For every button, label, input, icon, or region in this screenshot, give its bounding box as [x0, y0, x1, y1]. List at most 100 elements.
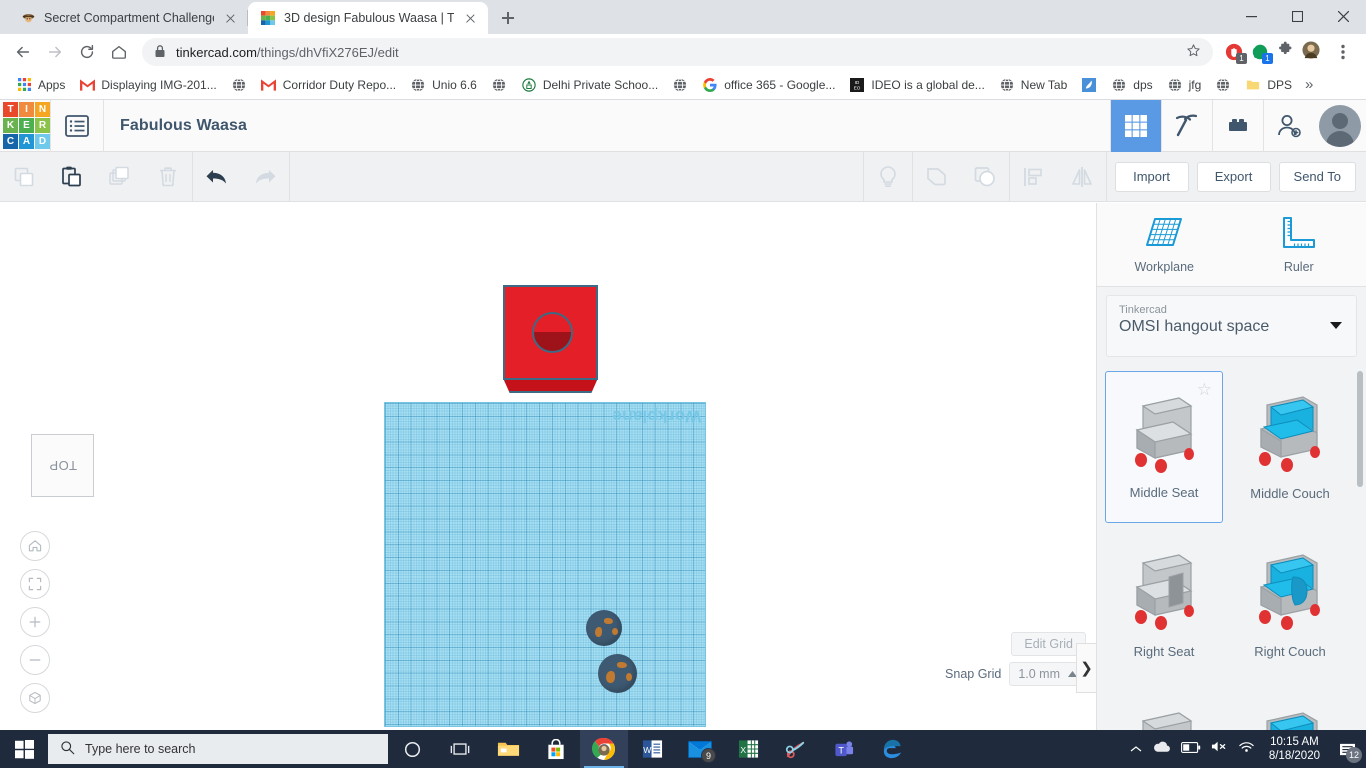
wifi-icon[interactable]	[1238, 740, 1255, 758]
logo-letter: A	[19, 134, 34, 149]
shape-middle-seat[interactable]: ☆ Middle Seat	[1105, 371, 1223, 523]
onedrive-icon[interactable]	[1152, 740, 1171, 758]
bookmarks-overflow-button[interactable]: »	[1299, 76, 1319, 93]
browser-tab-1[interactable]: Secret Compartment Challenge -	[8, 2, 248, 34]
bookmark-blue-bird[interactable]	[1074, 74, 1104, 96]
bookmark-office-365[interactable]: office 365 - Google...	[695, 74, 842, 96]
3d-canvas[interactable]: TOP Workplane Edit Grid Snap Grid 1.0 mm	[0, 203, 1096, 730]
bookmark-apps[interactable]: Apps	[9, 74, 72, 96]
extension-green-icon[interactable]: 1	[1251, 43, 1273, 64]
browser-tab-2[interactable]: 3D design Fabulous Waasa | Tink	[248, 2, 488, 34]
zoom-out-icon[interactable]	[20, 645, 50, 675]
panel-collapse-button[interactable]: ❯	[1076, 643, 1096, 693]
bookmark-new-tab[interactable]: New Tab	[992, 74, 1074, 96]
bookmark-label: dps	[1133, 77, 1153, 92]
battery-icon[interactable]	[1180, 740, 1201, 758]
tinkercad-logo[interactable]: T I N K E R C A D	[3, 102, 50, 149]
extension-red-icon[interactable]: 1	[1225, 43, 1247, 64]
search-input[interactable]: Type here to search	[48, 734, 388, 764]
shape-next-row-2[interactable]	[1231, 687, 1349, 730]
snap-grid-select[interactable]: 1.0 mm	[1009, 662, 1086, 686]
paste-icon[interactable]	[48, 152, 96, 202]
reload-icon[interactable]	[72, 37, 102, 67]
google-chrome-icon[interactable]	[580, 730, 628, 768]
snip-sketch-icon[interactable]	[772, 730, 820, 768]
school-crest-icon	[521, 77, 537, 93]
send-to-button[interactable]: Send To	[1278, 161, 1356, 192]
bookmark-ideo[interactable]: ID EO IDEO is a global de...	[842, 74, 991, 96]
globe-sphere-1[interactable]	[586, 610, 622, 646]
address-bar[interactable]: tinkercad.com/things/dhVfiX276EJ/edit	[142, 38, 1213, 66]
bookmark-globe-1[interactable]	[224, 74, 254, 96]
bookmark-globe-4[interactable]	[1208, 74, 1238, 96]
grid-view-icon[interactable]	[1110, 100, 1161, 152]
shape-middle-couch[interactable]: Middle Couch	[1231, 371, 1349, 523]
zoom-in-icon[interactable]	[20, 607, 50, 637]
bookmark-dps[interactable]: dps	[1104, 74, 1159, 96]
bookmark-star-icon[interactable]	[1186, 43, 1201, 61]
logo-letter: E	[19, 118, 34, 133]
workplane-tool[interactable]: Workplane	[1097, 203, 1232, 286]
export-button[interactable]: Export	[1196, 161, 1271, 192]
windows-start-icon[interactable]	[0, 730, 48, 768]
bookmark-corridor-duty[interactable]: Corridor Duty Repo...	[254, 74, 403, 96]
bookmark-globe-2[interactable]	[484, 74, 514, 96]
bookmark-label: DPS	[1267, 77, 1293, 92]
close-icon[interactable]	[462, 10, 478, 26]
excel-icon[interactable]: X	[724, 730, 772, 768]
task-view-icon[interactable]	[436, 730, 484, 768]
bookmark-dps-folder[interactable]: DPS	[1238, 74, 1299, 96]
add-person-icon[interactable]	[1263, 100, 1314, 152]
volume-muted-icon[interactable]	[1211, 740, 1228, 758]
home-view-icon[interactable]	[20, 531, 50, 561]
workplane-grid[interactable]: Workplane	[384, 402, 706, 727]
pickaxe-icon[interactable]	[1161, 100, 1212, 152]
chrome-browser-window: Secret Compartment Challenge - 3D design…	[0, 0, 1366, 730]
favorite-star-icon[interactable]: ☆	[1197, 380, 1212, 400]
import-button[interactable]: Import	[1114, 161, 1189, 192]
ruler-tool[interactable]: Ruler	[1232, 203, 1366, 286]
lock-icon	[154, 44, 166, 61]
notification-icon[interactable]: 12	[1334, 736, 1362, 763]
profile-avatar[interactable]	[1302, 40, 1320, 64]
blocks-icon[interactable]	[1212, 100, 1263, 152]
undo-icon[interactable]	[193, 152, 241, 202]
list-menu-icon[interactable]	[51, 100, 103, 152]
shape-right-couch[interactable]: Right Couch	[1231, 529, 1349, 681]
search-placeholder: Type here to search	[85, 742, 196, 756]
cortana-icon[interactable]	[388, 730, 436, 768]
edit-grid-button[interactable]: Edit Grid	[1011, 632, 1086, 656]
file-explorer-icon[interactable]	[484, 730, 532, 768]
minimize-icon[interactable]	[1228, 0, 1274, 32]
caret-up-icon[interactable]	[1130, 740, 1142, 758]
mail-icon[interactable]: 9	[676, 730, 724, 768]
globe-sphere-2[interactable]	[598, 654, 637, 693]
taskbar-clock[interactable]: 10:15 AM 8/18/2020	[1265, 735, 1324, 763]
maximize-icon[interactable]	[1274, 0, 1320, 32]
fit-view-icon[interactable]	[20, 569, 50, 599]
avatar[interactable]	[1314, 100, 1366, 152]
bookmark-globe-3[interactable]	[665, 74, 695, 96]
back-arrow-icon[interactable]	[8, 37, 38, 67]
puzzle-icon[interactable]	[1277, 41, 1294, 63]
red-box-with-hole[interactable]	[503, 285, 598, 393]
shape-next-row-1[interactable]	[1105, 687, 1223, 730]
three-dot-menu-icon[interactable]	[1328, 37, 1358, 67]
view-cube[interactable]: TOP	[31, 434, 94, 497]
panel-scrollbar[interactable]	[1357, 371, 1363, 487]
teams-icon[interactable]: T	[820, 730, 868, 768]
word-icon[interactable]: W	[628, 730, 676, 768]
bookmark-delhi-private-school[interactable]: Delhi Private Schoo...	[514, 74, 665, 96]
close-icon[interactable]	[222, 10, 238, 26]
bookmark-displaying-img[interactable]: Displaying IMG-201...	[72, 74, 223, 96]
ortho-view-icon[interactable]	[20, 683, 50, 713]
shape-library-select[interactable]: Tinkercad OMSI hangout space	[1106, 295, 1357, 357]
shape-right-seat[interactable]: Right Seat	[1105, 529, 1223, 681]
new-tab-button[interactable]	[494, 4, 522, 32]
home-icon[interactable]	[104, 37, 134, 67]
bookmark-jfg[interactable]: jfg	[1160, 74, 1209, 96]
close-icon[interactable]	[1320, 0, 1366, 32]
microsoft-store-icon[interactable]	[532, 730, 580, 768]
bookmark-unio[interactable]: Unio 6.6	[403, 74, 484, 96]
edge-icon[interactable]	[868, 730, 916, 768]
